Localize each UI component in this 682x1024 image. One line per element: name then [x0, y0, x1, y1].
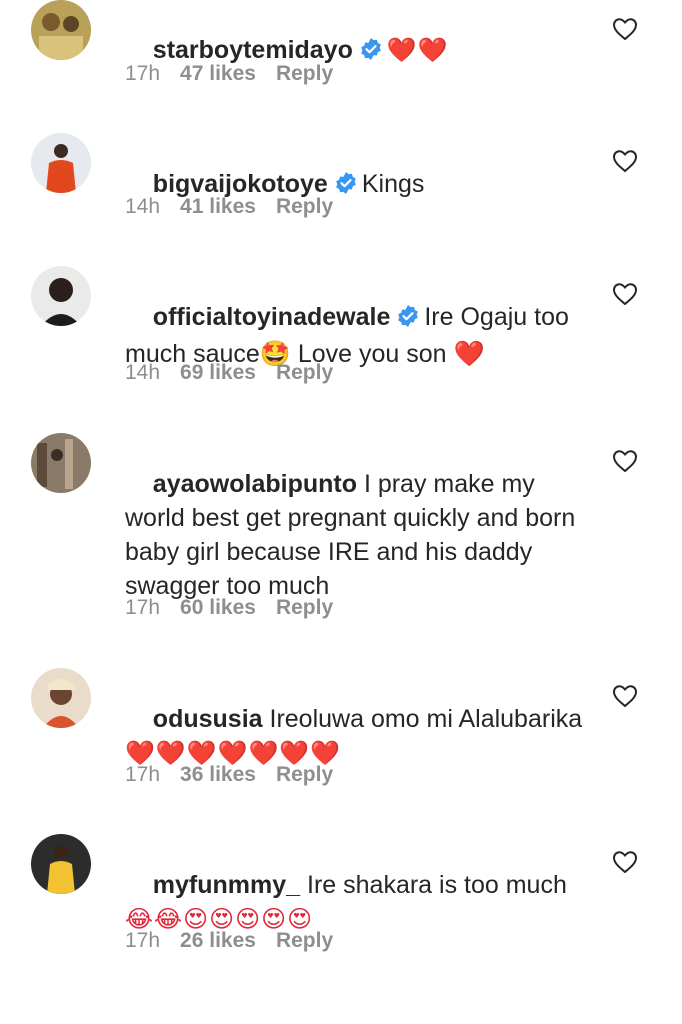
comment-likes[interactable]: 26 likes [180, 929, 256, 952]
avatar[interactable] [31, 0, 91, 60]
comment-username[interactable]: ayaowolabipunto [153, 470, 357, 498]
reply-button[interactable]: Reply [276, 62, 333, 85]
comment-likes[interactable]: 47 likes [180, 62, 256, 85]
reply-button[interactable]: Reply [276, 361, 333, 384]
heart-outline-icon[interactable] [612, 149, 638, 173]
comment-time: 17h [125, 596, 161, 619]
comment-message: Kings [361, 170, 425, 198]
comment-meta: 17h 60 likes Reply [125, 596, 353, 620]
heart-outline-icon[interactable] [612, 282, 638, 306]
avatar[interactable] [31, 133, 91, 193]
comment-message: Ireoluwa omo mi Alalubarika [269, 705, 583, 733]
reply-button[interactable]: Reply [276, 596, 333, 619]
comment-message: Ire shakara is too much [307, 871, 567, 899]
comment-text: bigvaijokotoye Kings [125, 133, 595, 238]
comment-likes[interactable]: 41 likes [180, 195, 256, 218]
avatar[interactable] [31, 433, 91, 493]
comment-username[interactable]: myfunmmy_ [153, 871, 300, 899]
comment-likes[interactable]: 36 likes [180, 763, 256, 786]
comment-username[interactable]: odususia [153, 705, 263, 733]
comment-likes[interactable]: 69 likes [180, 361, 256, 384]
comment-username[interactable]: bigvaijokotoye [153, 170, 328, 198]
heart-outline-icon[interactable] [612, 17, 638, 41]
heart-outline-icon[interactable] [612, 684, 638, 708]
verified-badge-icon [396, 303, 420, 337]
reply-button[interactable]: Reply [276, 763, 333, 786]
avatar[interactable] [31, 668, 91, 728]
reply-button[interactable]: Reply [276, 929, 333, 952]
verified-badge-icon [359, 36, 383, 70]
avatar[interactable] [31, 834, 91, 894]
comment-emoji: ❤️❤️ [386, 37, 449, 64]
comment-meta: 14h 41 likes Reply [125, 195, 353, 219]
comment-time: 14h [125, 361, 161, 384]
comment-time: 17h [125, 62, 161, 85]
comment-username[interactable]: officialtoyinadewale [153, 303, 391, 331]
comment-username[interactable]: starboytemidayo [153, 36, 353, 64]
heart-outline-icon[interactable] [612, 850, 638, 874]
reply-button[interactable]: Reply [276, 195, 333, 218]
avatar[interactable] [31, 266, 91, 326]
comment-time: 14h [125, 195, 161, 218]
heart-outline-icon[interactable] [612, 449, 638, 473]
comment-meta: 17h 47 likes Reply [125, 62, 353, 86]
comment-time: 17h [125, 929, 161, 952]
comment-meta: 14h 69 likes Reply [125, 361, 353, 385]
comment-time: 17h [125, 763, 161, 786]
comment-meta: 17h 36 likes Reply [125, 763, 353, 787]
comment-likes[interactable]: 60 likes [180, 596, 256, 619]
comment-text: starboytemidayo ❤️❤️ [125, 0, 595, 104]
comment-meta: 17h 26 likes Reply [125, 929, 353, 953]
